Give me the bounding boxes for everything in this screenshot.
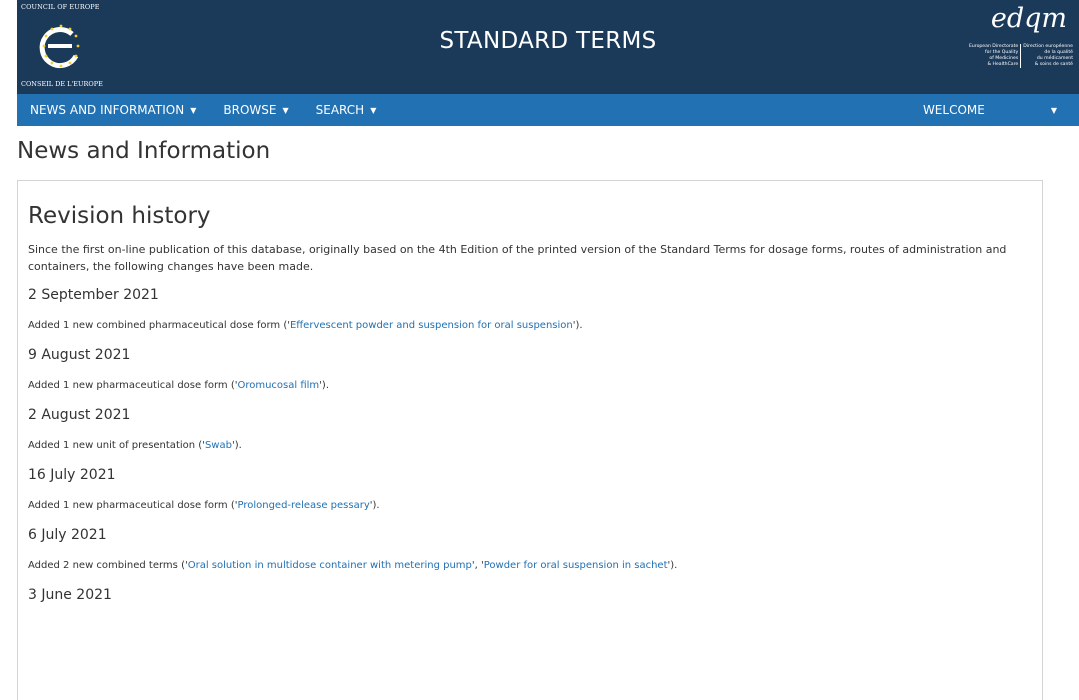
site-header: COUNCIL OF EUROPE CONSEIL DE L'EUROPE ST… — [17, 0, 1079, 94]
nav-search-label: SEARCH — [315, 103, 365, 117]
edqm-subtitle-en: European Directorate for the Quality of Me… — [968, 44, 1019, 67]
revision-entry: 9 August 2021 Added 1 new pharmaceutical… — [28, 345, 1032, 393]
coe-top-text: COUNCIL OF EUROPE — [21, 3, 100, 11]
entry-date: 2 August 2021 — [28, 407, 131, 423]
nav-browse[interactable]: BROWSE ▼ — [210, 103, 302, 117]
entry-date: 6 July 2021 — [28, 527, 107, 543]
chevron-down-icon: ▼ — [190, 105, 197, 115]
entry-text: Added 1 new pharmaceutical dose form ('P… — [28, 500, 380, 511]
entry-date: 3 June 2021 — [28, 587, 112, 603]
nav-browse-label: BROWSE — [223, 103, 277, 117]
term-link[interactable]: Oral solution in multidose container wit… — [188, 560, 472, 571]
entry-text: Added 1 new combined pharmaceutical dose… — [28, 320, 583, 331]
section-title: Revision history — [28, 203, 211, 229]
entry-text: Added 1 new unit of presentation ('Swab'… — [28, 440, 242, 451]
entry-date: 16 July 2021 — [28, 467, 116, 483]
entry-text: Added 2 new combined terms ('Oral soluti… — [28, 560, 678, 571]
revision-entry: 6 July 2021 Added 2 new combined terms (… — [28, 525, 1032, 573]
term-link[interactable]: Prolonged-release pessary — [237, 500, 369, 511]
term-link[interactable]: Powder for oral suspension in sachet — [484, 560, 668, 571]
page-title: News and Information — [17, 138, 271, 164]
chevron-down-icon[interactable]: ▼ — [1051, 106, 1079, 115]
nav-search[interactable]: SEARCH ▼ — [303, 103, 391, 117]
revision-history-panel: Revision history Since the first on-line… — [17, 180, 1043, 700]
revision-entry: 2 August 2021 Added 1 new unit of presen… — [28, 405, 1032, 453]
term-link[interactable]: Effervescent powder and suspension for o… — [290, 320, 573, 331]
intro-text: Since the first on-line publication of t… — [28, 243, 1007, 273]
main-navbar: NEWS AND INFORMATION ▼ BROWSE ▼ SEARCH ▼… — [17, 94, 1079, 126]
nav-news-label: NEWS AND INFORMATION — [30, 103, 185, 117]
revision-entry: 3 June 2021 — [28, 585, 1032, 605]
entry-text: Added 1 new pharmaceutical dose form ('O… — [28, 380, 330, 391]
edqm-wordmark: edqm — [990, 3, 1067, 34]
revision-entry: 2 September 2021 Added 1 new combined ph… — [28, 285, 1032, 333]
edqm-divider — [1020, 44, 1022, 68]
nav-user-menu: WELCOME ▼ — [923, 94, 1079, 126]
revision-entry: 16 July 2021 Added 1 new pharmaceutical … — [28, 465, 1032, 513]
edqm-subtitle-fr: Direction européenne de la qualité du médi… — [1023, 44, 1073, 67]
entry-date: 9 August 2021 — [28, 347, 131, 363]
chevron-down-icon: ▼ — [370, 105, 377, 115]
entry-date: 2 September 2021 — [28, 287, 159, 303]
coe-bottom-text: CONSEIL DE L'EUROPE — [21, 80, 103, 88]
term-link[interactable]: Oromucosal film — [237, 380, 319, 391]
edqm-logo[interactable]: edqm European Directorate for the Quality… — [963, 4, 1073, 90]
chevron-down-icon: ▼ — [282, 105, 289, 115]
nav-news-and-information[interactable]: NEWS AND INFORMATION ▼ — [17, 103, 210, 117]
site-title: STANDARD TERMS — [439, 28, 657, 54]
term-link[interactable]: Swab — [205, 440, 232, 451]
nav-welcome[interactable]: WELCOME — [923, 103, 1051, 117]
edqm-subtitle: European Directorate for the Quality of Me… — [963, 44, 1073, 68]
